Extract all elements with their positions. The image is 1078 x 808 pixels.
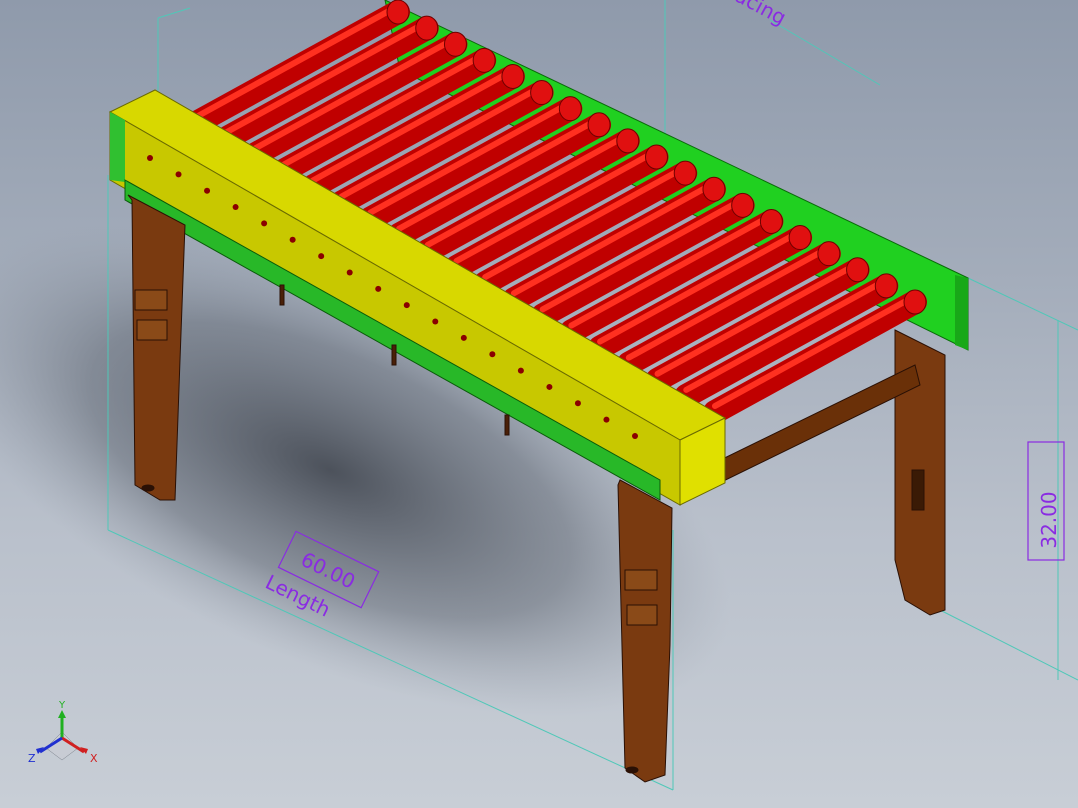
height-value: 32.00 [1037,491,1061,548]
bolt-hole [204,187,211,194]
triad-x-label: X [90,752,98,765]
bolt-hole [346,269,353,276]
graphics-viewport[interactable]: 60.00 Length 32.00 acing Y X Z [0,0,1078,808]
bolt-hole [289,236,296,243]
spacing-label: acing [731,0,790,30]
bolt-hole [632,433,638,439]
model-scene[interactable]: 60.00 Length 32.00 acing Y X Z [0,0,1078,808]
bolt-hole [432,318,439,325]
bolt-hole [489,351,496,358]
triad-z-label: Z [28,752,36,765]
bolt-hole [175,171,182,178]
bolt-hole [574,400,581,407]
bolt-hole [460,334,467,341]
reference-triad: Y X Z [28,700,98,765]
bolt-hole [261,220,268,227]
bolt-hole [603,416,610,423]
spacing-dimension[interactable]: acing [731,0,790,30]
bolt-hole [403,302,410,309]
bolt-hole [232,204,239,211]
bolt-hole [147,155,153,161]
bolt-hole [517,367,524,374]
bolt-hole [546,383,553,390]
bolt-hole [318,253,325,260]
height-dimension[interactable]: 32.00 [1027,441,1065,561]
bolt-hole [375,285,382,292]
triad-y-label: Y [58,700,66,711]
